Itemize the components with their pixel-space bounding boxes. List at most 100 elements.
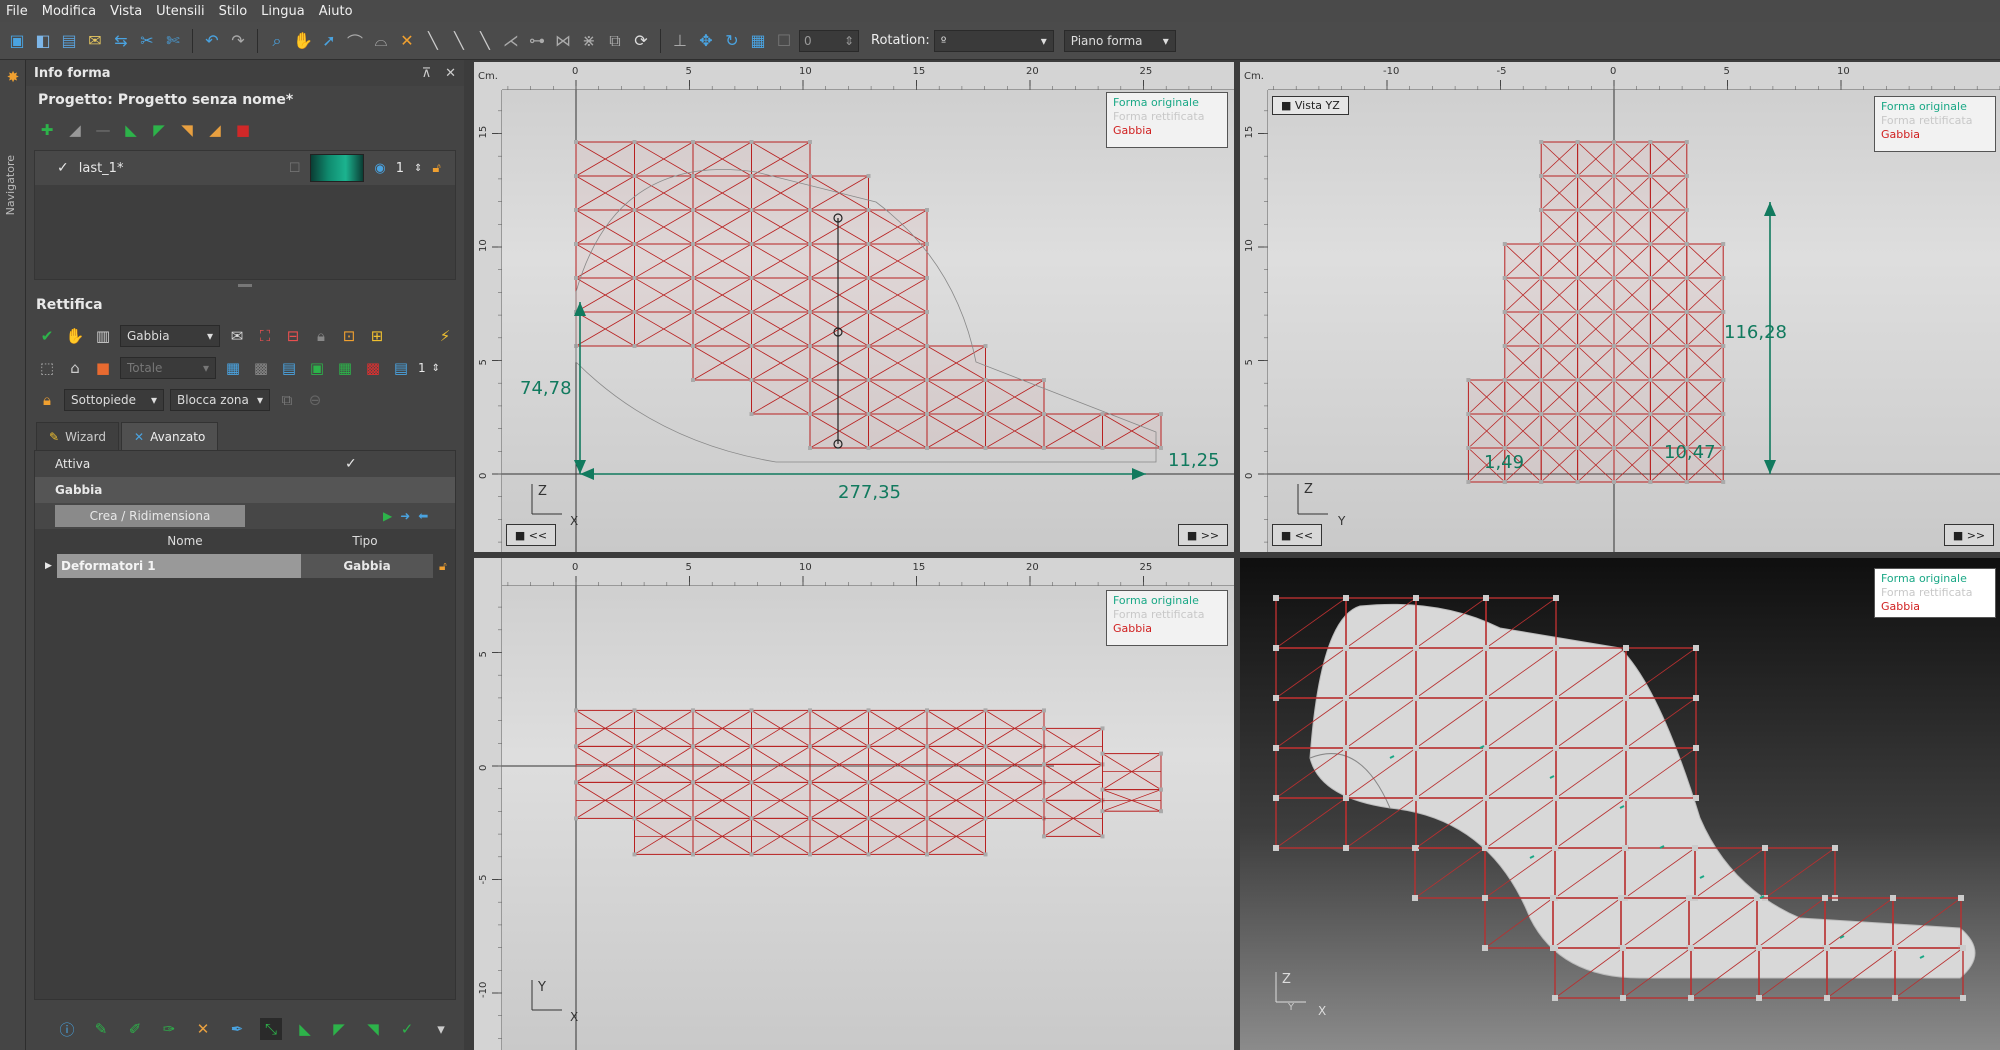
home-icon[interactable]: ⌂	[64, 357, 86, 379]
scale-tool-icon[interactable]: ⤡	[260, 1018, 282, 1040]
open-file-icon[interactable]: ◧	[32, 30, 54, 52]
mode-combo[interactable]: Gabbia ▾	[120, 325, 220, 347]
copy-icon[interactable]: ⧉	[276, 389, 298, 411]
hand-icon[interactable]: ✋	[64, 325, 86, 347]
shoe-orange-icon[interactable]: ◢	[204, 119, 226, 141]
line-tool-3-icon[interactable]: ╲	[474, 30, 496, 52]
expand-icon[interactable]: ⛶	[254, 325, 276, 347]
info-icon[interactable]: ⓘ	[56, 1018, 78, 1040]
box-view-icon[interactable]: ⬚	[36, 357, 58, 379]
lock-fa-icon[interactable]: ⊞	[366, 325, 388, 347]
menu-vista[interactable]: Vista	[110, 4, 142, 19]
rotate-view-icon[interactable]: ↻	[721, 30, 743, 52]
close-icon[interactable]: ✕	[445, 66, 456, 81]
value-spinner[interactable]: 0 ⇕	[799, 29, 859, 52]
rotation-combo[interactable]: º ▾	[933, 29, 1054, 52]
grid-e-icon[interactable]: ▦	[334, 357, 356, 379]
move-icon[interactable]: ✥	[695, 30, 717, 52]
grid-view-icon[interactable]: ▦	[747, 30, 769, 52]
collapse-icon[interactable]: ⊟	[282, 325, 304, 347]
zone-lock-icon[interactable]: 🔒︎	[36, 389, 58, 411]
link-tool-icon[interactable]: ⊶	[526, 30, 548, 52]
checkbox-icon[interactable]: ☐	[773, 30, 795, 52]
perspective-view[interactable]: Forma originale Forma rettificata Gabbia…	[1240, 558, 2000, 1050]
copy-tool-icon[interactable]: ⧉	[604, 30, 626, 52]
new-file-icon[interactable]: ▣	[6, 30, 28, 52]
shoe-blue-icon[interactable]: ◤	[148, 119, 170, 141]
delete-shape-icon[interactable]: ■	[232, 119, 254, 141]
save-icon[interactable]: ▤	[58, 30, 80, 52]
spinner-arrows-icon[interactable]: ⇕	[844, 34, 854, 48]
spinner-arrows-icon[interactable]: ⇕	[432, 363, 440, 374]
shoe-green-icon[interactable]: ◣	[120, 119, 142, 141]
shape-checkbox[interactable]: ☐	[289, 161, 301, 176]
zoom-icon[interactable]: ⌕	[266, 30, 288, 52]
panel-splitter[interactable]	[26, 280, 464, 290]
menu-utensili[interactable]: Utensili	[156, 4, 204, 19]
pan-hand-icon[interactable]: ✋	[292, 30, 314, 52]
envelope-icon[interactable]: ✉	[226, 325, 248, 347]
add-shape-icon[interactable]: ✚	[36, 119, 58, 141]
shoe-edit-3-icon[interactable]: ◥	[362, 1018, 384, 1040]
mirror-tool-icon[interactable]: ⋇	[578, 30, 600, 52]
spline-tool-icon[interactable]: ⋌	[500, 30, 522, 52]
shoe-edit-icon[interactable]: ◣	[294, 1018, 316, 1040]
node-tool-icon[interactable]: ⋈	[552, 30, 574, 52]
grid-c-icon[interactable]: ▤	[278, 357, 300, 379]
menu-stilo[interactable]: Stilo	[219, 4, 248, 19]
shape-visible-checkbox[interactable]: ✓	[57, 160, 69, 176]
more-icon[interactable]: ▾	[430, 1018, 452, 1040]
lock-gray-icon[interactable]: 🔒︎	[310, 325, 332, 347]
curve-edit-icon[interactable]: ⌓	[370, 30, 392, 52]
measure-tool-icon[interactable]: ✕	[396, 30, 418, 52]
top-view[interactable]: 0 5 10 15 20 25 5 0 -5 -10 Forma originale Forma …	[474, 558, 1234, 1050]
navigator-icon[interactable]: ✸	[2, 66, 24, 88]
attiva-checkbox[interactable]: ✓	[345, 456, 357, 472]
side-view[interactable]: Cm. 0 5 10 15 20 25 15 10 5 0 Forma originale For…	[474, 62, 1234, 552]
crea-ridimensiona-button[interactable]: Crea / Ridimensiona	[55, 505, 245, 527]
grid-a-icon[interactable]: ▦	[222, 357, 244, 379]
deformer-row[interactable]: ▶ Deformatori 1 Gabbia 🔓︎	[45, 553, 455, 579]
cut-icon[interactable]: ✄	[162, 30, 184, 52]
pin-icon[interactable]: ⊼	[422, 66, 432, 81]
scissors-icon[interactable]: ✂	[136, 30, 158, 52]
grid-g-icon[interactable]: ▤	[390, 357, 412, 379]
zone-combo[interactable]: Sottopiede ▾	[64, 389, 164, 411]
tool-cross-icon[interactable]: ✕	[192, 1018, 214, 1040]
import-icon[interactable]: ⇆	[110, 30, 132, 52]
edit-icon[interactable]: ✑	[158, 1018, 180, 1040]
minus-icon[interactable]: —	[92, 119, 114, 141]
prev-view-button[interactable]: ■ <<	[506, 524, 556, 546]
shoe-edit-2-icon[interactable]: ◤	[328, 1018, 350, 1040]
rotate-tool-icon[interactable]: ⟳	[630, 30, 652, 52]
axes-icon[interactable]: ⊥	[669, 30, 691, 52]
next-view-button[interactable]: ■ >>	[1178, 524, 1228, 546]
spinner-arrows-icon[interactable]: ⇕	[414, 163, 422, 174]
menu-modifica[interactable]: Modifica	[42, 4, 96, 19]
total-combo[interactable]: Totale ▾	[120, 357, 216, 379]
front-view[interactable]: Cm. -10 -5 0 5 10 15 10 5 0 ■ Vista YZ Forma ori…	[1240, 62, 2000, 552]
undo-icon[interactable]: ↶	[201, 30, 223, 52]
lock-zone-combo[interactable]: Blocca zona ▾	[170, 389, 270, 411]
deformer-lock-icon[interactable]: 🔓︎	[439, 559, 447, 574]
eye-icon[interactable]: ◉	[374, 161, 385, 176]
shape-row[interactable]: ✓ last_1* ☐ ◉ 1 ⇕ 🔓︎	[35, 151, 455, 185]
tab-wizard[interactable]: ✎ Wizard	[36, 422, 119, 450]
grid-b-icon[interactable]: ▩	[250, 357, 272, 379]
menu-lingua[interactable]: Lingua	[261, 4, 305, 19]
grid-f-icon[interactable]: ▩	[362, 357, 384, 379]
pencil-icon[interactable]: ✐	[124, 1018, 146, 1040]
navigator-tab[interactable]: Navigatore	[4, 155, 17, 215]
lightning-icon[interactable]: ⚡︎	[434, 325, 456, 347]
shoe-gray-icon[interactable]: ◢	[64, 119, 86, 141]
brush-icon[interactable]: ✒	[226, 1018, 248, 1040]
plane-combo[interactable]: Piano forma ▾	[1063, 29, 1176, 52]
forward-icon[interactable]: ➜	[400, 509, 410, 523]
next-view-button[interactable]: ■ >>	[1944, 524, 1994, 546]
color-swatch-icon[interactable]: ■	[92, 357, 114, 379]
tab-avanzato[interactable]: ✕ Avanzato	[121, 422, 219, 450]
marker-icon[interactable]: ✓	[396, 1018, 418, 1040]
line-tool-icon[interactable]: ╲	[422, 30, 444, 52]
curve-tool-icon[interactable]: ⌒	[344, 30, 366, 52]
back-icon[interactable]: ⬅	[418, 509, 428, 523]
